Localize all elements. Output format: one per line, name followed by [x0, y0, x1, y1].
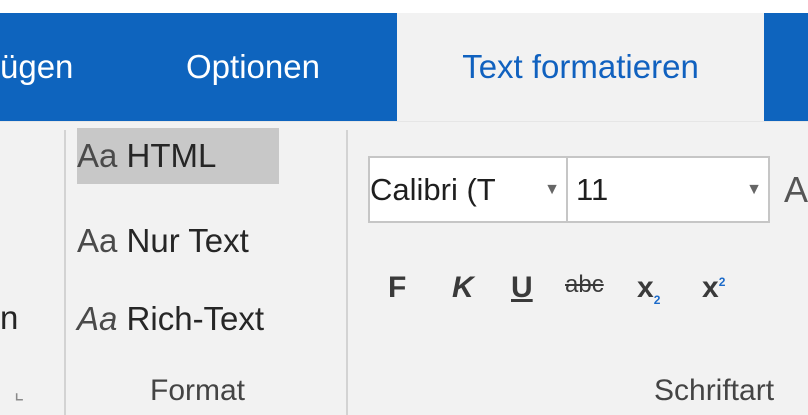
- strikethrough-button[interactable]: abc: [565, 271, 604, 299]
- group-separator: [346, 130, 348, 415]
- subscript-glyph: x: [637, 271, 654, 304]
- superscript-button[interactable]: x2: [702, 271, 725, 305]
- html-aa-icon: Aa: [77, 137, 118, 174]
- chevron-down-icon[interactable]: ▼: [544, 158, 560, 221]
- subscript-button[interactable]: x2: [637, 271, 660, 307]
- italic-button[interactable]: K: [452, 271, 474, 305]
- grow-font-icon[interactable]: A: [784, 162, 808, 218]
- tab-options[interactable]: Optionen: [186, 13, 320, 121]
- html-label: HTML: [126, 137, 217, 174]
- plain-text-label: Nur Text: [126, 222, 249, 259]
- format-group-label: Format: [150, 374, 246, 407]
- rich-text-label: Rich-Text: [126, 300, 265, 337]
- underline-button[interactable]: U: [511, 271, 533, 305]
- font-size-value: 11: [576, 172, 609, 207]
- font-name-value: Calibri (T: [370, 172, 496, 207]
- ribbon-panel: n ⌞ Aa HTML Aa Nur Text Aa Rich-Text For…: [0, 121, 808, 415]
- plain-text-aa-icon: Aa: [77, 222, 118, 259]
- font-size-combobox[interactable]: 11 ▼: [566, 156, 770, 223]
- format-html-option[interactable]: Aa HTML: [77, 128, 279, 184]
- group-separator: [64, 130, 66, 415]
- bold-button[interactable]: F: [388, 271, 406, 305]
- ribbon-tab-bar: ügen Optionen Text formatieren: [0, 0, 808, 121]
- chevron-down-icon[interactable]: ▼: [746, 158, 762, 221]
- font-group-label: Schriftart: [654, 374, 775, 407]
- tab-format-text[interactable]: Text formatieren: [397, 13, 764, 121]
- partial-group-text: n: [0, 299, 19, 336]
- format-plain-text-option[interactable]: Aa Nur Text: [77, 213, 249, 269]
- rich-text-aa-icon: Aa: [77, 300, 118, 337]
- superscript-glyph: x: [702, 271, 719, 304]
- format-rich-text-option[interactable]: Aa Rich-Text: [77, 291, 264, 347]
- dialog-launcher-icon[interactable]: ⌞: [14, 379, 24, 405]
- tab-insert[interactable]: ügen: [0, 13, 73, 121]
- font-name-combobox[interactable]: Calibri (T ▼: [368, 156, 568, 223]
